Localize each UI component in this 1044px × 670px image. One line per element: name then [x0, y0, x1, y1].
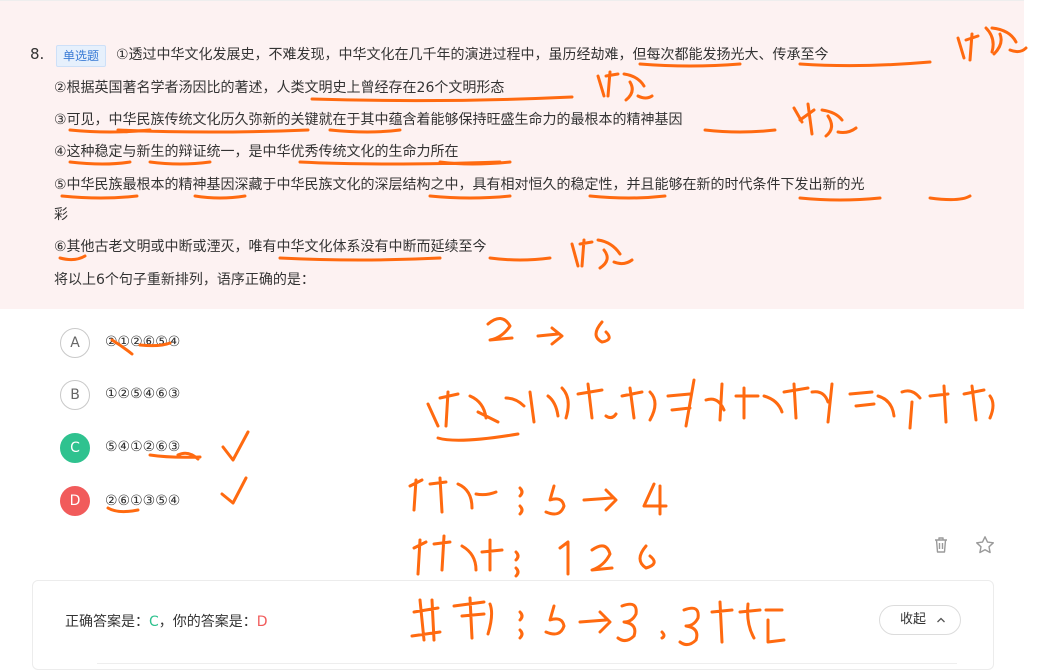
- sentence-6: ⑥其他古老文明或中断或湮灭，唯有中华文化体系没有中断而延续至今: [54, 239, 487, 255]
- ink-word: [408, 476, 668, 516]
- sentence-5: ⑤中华民族最根本的精神基因深藏于中华民族文化的深层结构之中，具有相对恒久的稳定性…: [54, 177, 865, 193]
- ink-underline: [436, 432, 520, 442]
- star-icon[interactable]: [974, 534, 996, 556]
- ink-word: [486, 317, 611, 346]
- ink-check: [221, 430, 250, 462]
- question-number: 8.: [30, 45, 45, 63]
- option-b-letter[interactable]: B: [60, 380, 90, 410]
- option-c-text[interactable]: ⑤④①②⑥③: [105, 439, 180, 455]
- option-c-letter[interactable]: C: [60, 433, 90, 463]
- option-b-text[interactable]: ①②⑤④⑥③: [105, 386, 180, 402]
- question-prompt: 将以上6个句子重新排列，语序正确的是：: [54, 272, 315, 288]
- ink-word: [426, 378, 995, 430]
- divider: [97, 663, 957, 664]
- option-d-letter[interactable]: D: [60, 486, 90, 516]
- option-d-text[interactable]: ②⑥①③⑤④: [105, 493, 180, 509]
- answer-summary: 正确答案是：C，你的答案是：D: [65, 611, 268, 631]
- chevron-up-icon: [936, 606, 946, 645]
- sentence-4: ④这种稳定与新生的辩证统一，是中华优秀传统文化的生命力所在: [54, 144, 459, 160]
- question-type-tag: 单选题: [56, 45, 107, 67]
- question-panel: 8. 单选题 ①透过中华文化发展史，不难发现，中华文化在几千年的演进过程中，虽历…: [0, 0, 1024, 309]
- option-a-letter[interactable]: A: [60, 328, 90, 358]
- correct-answer-label: 正确答案是：: [65, 614, 149, 630]
- answer-card: 正确答案是：C，你的答案是：D 收起: [32, 580, 994, 670]
- correct-answer-value: C: [149, 614, 159, 630]
- option-a-text[interactable]: ②①②⑥⑤④: [105, 334, 180, 350]
- sentence-1: ①透过中华文化发展史，不难发现，中华文化在几千年的演进过程中，虽历经劫难，但每次…: [116, 47, 829, 63]
- your-answer-value: D: [256, 614, 268, 630]
- ink-check: [220, 476, 248, 505]
- collapse-button[interactable]: 收起: [879, 605, 961, 635]
- ink-word: [412, 534, 656, 578]
- sentence-5-wrap: 彩: [54, 207, 68, 223]
- sentence-2: ②根据英国著名学者汤因比的著述，人类文明史上曾经存在26个文明形态: [54, 80, 505, 96]
- your-answer-label: ，你的答案是：: [158, 614, 257, 630]
- trash-icon[interactable]: [930, 534, 952, 556]
- collapse-label: 收起: [900, 612, 927, 627]
- sentence-3: ③可见，中华民族传统文化历久弥新的关键就在于其中蕴含着能够保持旺盛生命力的最根本…: [54, 112, 683, 128]
